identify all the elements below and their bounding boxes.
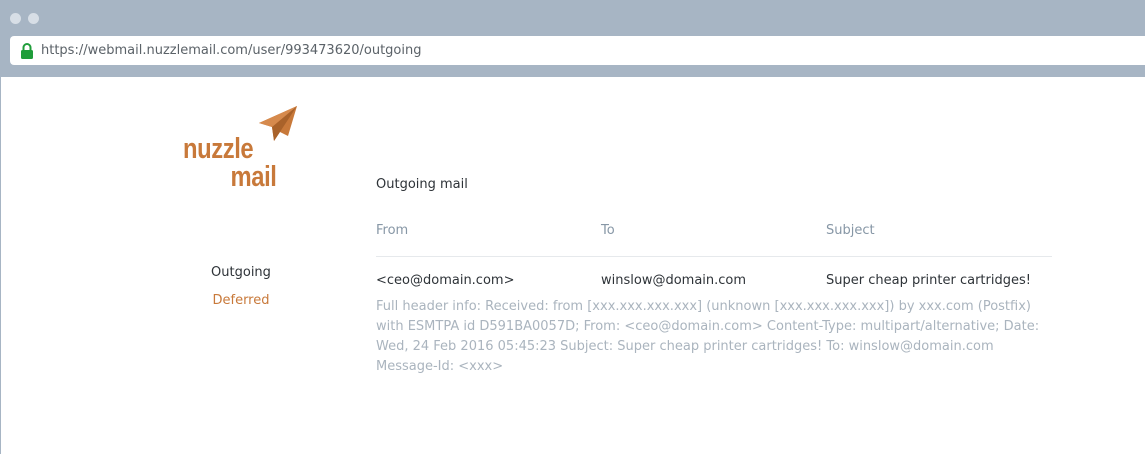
outgoing-mail-panel: Outgoing mail From To Subject <ceo@domai… xyxy=(376,177,1052,374)
page-content: nuzzle mail Outgoing Deferred Outgoing m… xyxy=(0,77,1145,454)
browser-window: https://webmail.nuzzlemail.com/user/9934… xyxy=(0,0,1145,454)
sidebar-item-deferred[interactable]: Deferred xyxy=(171,293,311,308)
sidebar-nav: Outgoing Deferred xyxy=(171,265,311,321)
sidebar-item-outgoing[interactable]: Outgoing xyxy=(171,265,311,280)
column-header-to: To xyxy=(601,223,615,238)
table-header: From To Subject xyxy=(376,223,1052,257)
mail-to: winslow@domain.com xyxy=(601,273,747,288)
logo-text-line2: mail xyxy=(230,161,277,193)
browser-chrome: https://webmail.nuzzlemail.com/user/9934… xyxy=(0,0,1145,77)
window-control-dot[interactable] xyxy=(10,13,21,24)
column-header-subject: Subject xyxy=(826,223,875,238)
mail-header-details: Full header info: Received: from [xxx.xx… xyxy=(376,299,1040,374)
nuzzlemail-logo[interactable]: nuzzle mail xyxy=(183,105,303,200)
mail-from: <ceo@domain.com> xyxy=(376,273,515,288)
lock-icon xyxy=(18,42,36,60)
address-bar[interactable]: https://webmail.nuzzlemail.com/user/9934… xyxy=(10,36,1145,65)
url-text[interactable]: https://webmail.nuzzlemail.com/user/9934… xyxy=(41,43,422,58)
mail-subject: Super cheap printer cartridges! xyxy=(826,273,1031,288)
column-header-from: From xyxy=(376,223,409,238)
page-title: Outgoing mail xyxy=(376,177,468,192)
window-control-dot[interactable] xyxy=(28,13,39,24)
